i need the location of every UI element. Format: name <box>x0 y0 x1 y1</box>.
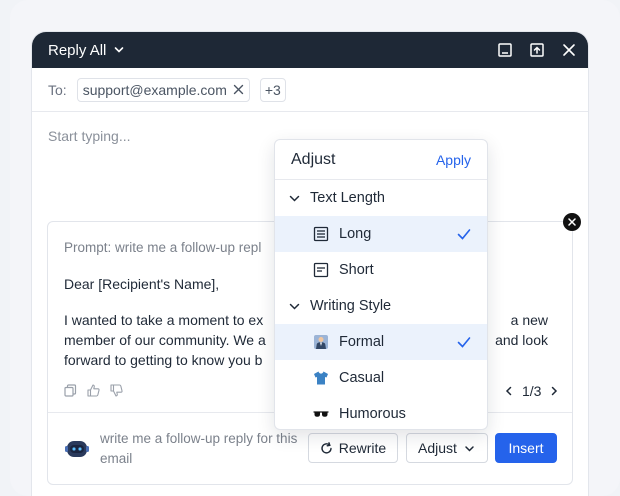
chevron-down-icon <box>465 445 474 452</box>
close-panel-button[interactable] <box>563 213 581 231</box>
reply-mode-label: Reply All <box>48 41 107 59</box>
rewrite-button[interactable]: Rewrite <box>308 433 398 463</box>
remove-recipient-icon[interactable] <box>233 84 244 95</box>
option-label: Formal <box>339 334 385 350</box>
section-label: Writing Style <box>310 298 392 314</box>
to-label: To: <box>48 81 67 98</box>
draft-line-right: and look <box>495 332 548 348</box>
chevron-left-icon[interactable] <box>504 386 514 396</box>
draft-line-left: forward to getting to know you b <box>64 352 263 368</box>
suit-person-icon <box>313 334 329 350</box>
chevron-down-icon <box>289 303 300 310</box>
reply-mode-dropdown[interactable]: Reply All <box>48 42 124 59</box>
option-label: Humorous <box>339 406 406 422</box>
adjust-dropdown-title: Adjust <box>291 150 336 168</box>
section-text-length[interactable]: Text Length <box>275 180 487 216</box>
short-text-icon <box>313 262 329 278</box>
more-recipients-badge[interactable]: +3 <box>259 77 286 102</box>
minimize-icon[interactable] <box>498 43 512 57</box>
window-actions <box>498 43 576 57</box>
option-casual[interactable]: Casual <box>275 360 487 396</box>
pager-count: 1/3 <box>522 383 542 399</box>
compose-body[interactable]: Start typing... <box>48 128 130 144</box>
chevron-right-icon[interactable] <box>549 386 559 396</box>
adjust-dropdown-header: Adjust Apply <box>275 140 487 180</box>
insert-button[interactable]: Insert <box>495 433 557 463</box>
title-bar: Reply All <box>32 32 588 68</box>
option-label: Casual <box>339 370 385 386</box>
thumbs-up-icon[interactable] <box>87 384 100 397</box>
section-writing-style[interactable]: Writing Style <box>275 288 487 324</box>
rewrite-label: Rewrite <box>338 440 387 456</box>
recipient-chip[interactable]: support@example.com <box>76 77 250 102</box>
draft-line-left: I wanted to take a moment to ex <box>64 312 264 328</box>
thumbs-down-icon[interactable] <box>110 384 123 397</box>
chevron-down-icon <box>115 47 124 53</box>
prompt-text: Prompt: write me a follow-up repl <box>64 240 262 255</box>
adjust-label: Adjust <box>418 440 457 456</box>
draft-pager: 1/3 <box>504 383 559 399</box>
long-text-icon <box>313 226 329 242</box>
check-icon <box>457 229 471 240</box>
option-humorous[interactable]: Humorous <box>275 396 487 432</box>
refresh-icon <box>321 441 332 454</box>
recipients-bar: To: support@example.com +3 <box>32 68 588 112</box>
close-icon[interactable] <box>562 43 576 57</box>
draft-greeting: Dear [Recipient's Name], <box>64 276 220 292</box>
feedback-actions <box>64 384 123 397</box>
option-long[interactable]: Long <box>275 216 487 252</box>
recipient-email: support@example.com <box>82 81 227 98</box>
draft-line-right: a new <box>510 312 548 328</box>
apply-link[interactable]: Apply <box>436 152 471 168</box>
adjust-button[interactable]: Adjust <box>406 433 488 463</box>
followup-prompt[interactable]: write me a follow-up reply for this emai… <box>100 429 300 469</box>
option-short[interactable]: Short <box>275 252 487 288</box>
check-icon <box>457 337 471 348</box>
adjust-dropdown: Adjust Apply Text Length Long Short Writ… <box>274 139 488 430</box>
draft-line-left: member of our community. We a <box>64 332 266 348</box>
sunglasses-icon <box>313 406 329 422</box>
robot-icon <box>65 441 89 457</box>
option-label: Long <box>339 226 372 242</box>
t-shirt-icon <box>313 370 329 386</box>
section-label: Text Length <box>310 190 385 206</box>
pop-out-icon[interactable] <box>530 43 544 57</box>
copy-icon[interactable] <box>64 384 77 397</box>
option-label: Short <box>339 262 374 278</box>
option-formal[interactable]: Formal <box>275 324 487 360</box>
chevron-down-icon <box>289 195 300 202</box>
close-icon <box>568 218 576 226</box>
